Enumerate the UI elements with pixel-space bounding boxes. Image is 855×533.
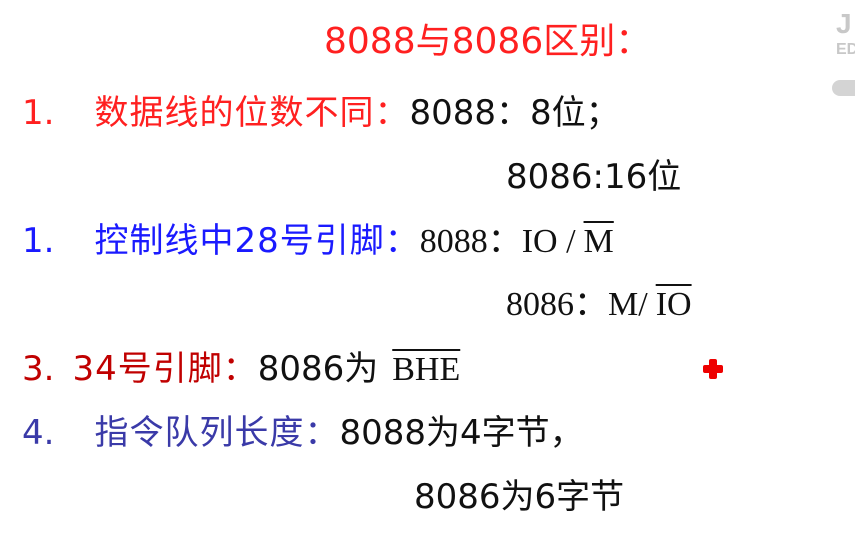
slide: 8088与8086区别： 1. 数据线的位数不同：8088：8位； 8086:16…	[0, 0, 855, 533]
item-number: 1.	[22, 221, 55, 261]
item-data-width-cont: 8086:16位	[506, 160, 681, 194]
item-value-8088-overlined: M	[583, 223, 614, 260]
item-number: 3.	[22, 349, 55, 389]
item-control-pin28: 1. 控制线中28号引脚：8088：IO / M	[22, 224, 614, 259]
item-value-8088-prefix: 8088：IO /	[419, 223, 576, 260]
item-value-8088: 8088为4字节，	[339, 413, 584, 453]
item-value-8086: 8086:16位	[506, 157, 682, 197]
item-data-width: 1. 数据线的位数不同：8088：8位；	[22, 96, 620, 130]
item-label: 34号引脚：	[72, 349, 258, 389]
item-label: 指令队列长度：	[94, 413, 340, 453]
item-control-pin28-cont: 8086：M/IO	[506, 288, 692, 322]
watermark-bottom: ED	[836, 41, 855, 58]
item-label: 数据线的位数不同：	[94, 93, 410, 133]
item-label: 控制线中28号引脚：	[94, 221, 420, 261]
item-value-8086: 8086为6字节	[414, 477, 625, 517]
item-value-8086-prefix: 8086：M/	[506, 286, 648, 323]
item-queue-length: 4. 指令队列长度：8088为4字节，	[22, 416, 584, 450]
item-number: 4.	[22, 413, 55, 453]
item-pin34: 3. 34号引脚：8086为 BHE	[22, 352, 460, 387]
item-number: 1.	[22, 93, 55, 133]
watermark-logo: J ED	[836, 10, 855, 58]
watermark-top: J	[836, 8, 852, 39]
cursor-marker-icon	[703, 359, 723, 379]
item-value-8088: 8088：8位；	[409, 93, 620, 133]
item-value-8086-overlined: IO	[655, 286, 692, 323]
watermark-pill	[832, 80, 855, 96]
item-value-prefix: 8086为	[257, 349, 379, 389]
item-value-overlined: BHE	[392, 351, 461, 388]
item-queue-length-cont: 8086为6字节	[414, 480, 624, 514]
slide-title: 8088与8086区别：	[324, 21, 652, 62]
